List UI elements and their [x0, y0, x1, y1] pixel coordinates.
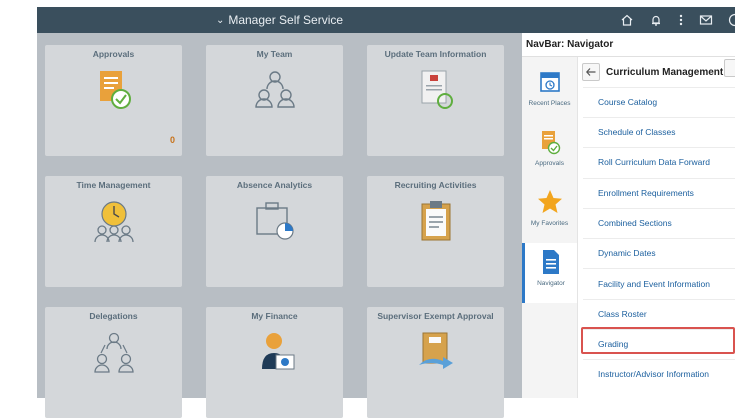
arrow-left-icon — [586, 68, 596, 76]
approvals-icon — [522, 129, 577, 155]
grading-highlight-box — [581, 327, 735, 354]
divider — [583, 178, 735, 179]
homepage-selector[interactable]: ⌄ Manager Self Service — [37, 7, 522, 33]
tile-title: Absence Analytics — [206, 180, 343, 190]
tile-update-team-information[interactable]: Update Team Information — [367, 45, 504, 156]
approvals-icon — [45, 67, 182, 113]
nav-item-combined-sections[interactable]: Combined Sections — [598, 218, 672, 228]
tile-time-management[interactable]: Time Management — [45, 176, 182, 287]
divider — [583, 268, 735, 269]
top-banner: ⌄ Manager Self Service — [37, 7, 735, 33]
rail-item-my-favorites[interactable]: My Favorites — [522, 183, 577, 243]
navbar-rail: Recent Places Approvals My Favorites Nav… — [522, 57, 577, 398]
tile-my-team[interactable]: My Team — [206, 45, 343, 156]
nav-item-class-roster[interactable]: Class Roster — [598, 309, 647, 319]
divider — [583, 87, 735, 88]
navigator-menu-button[interactable] — [724, 59, 735, 77]
tile-delegations[interactable]: Delegations — [45, 307, 182, 418]
team-icon — [206, 67, 343, 111]
tile-title: Delegations — [45, 311, 182, 321]
tile-title: Supervisor Exempt Approval — [367, 311, 504, 321]
navigator-section-title: Curriculum Management — [606, 67, 723, 78]
kebab-icon[interactable] — [678, 13, 684, 27]
tile-my-finance[interactable]: My Finance — [206, 307, 343, 418]
tile-title: Update Team Information — [367, 49, 504, 59]
star-icon — [522, 189, 577, 215]
home-icon[interactable] — [620, 13, 634, 27]
divider — [583, 238, 735, 239]
tile-absence-analytics[interactable]: Absence Analytics — [206, 176, 343, 287]
nav-item-dynamic-dates[interactable]: Dynamic Dates — [598, 248, 656, 258]
tile-title: Recruiting Activities — [367, 180, 504, 190]
document-icon — [525, 249, 577, 275]
rail-item-label: Recent Places — [522, 100, 577, 107]
finance-icon — [206, 329, 343, 375]
tile-title: My Team — [206, 49, 343, 59]
pending-count: 0 — [170, 135, 175, 145]
rail-item-label: Navigator — [525, 280, 577, 287]
divider — [583, 299, 735, 300]
tile-recruiting-activities[interactable]: Recruiting Activities — [367, 176, 504, 287]
navigator-header: Curriculum Management — [582, 61, 735, 83]
nav-item-enrollment-requirements[interactable]: Enrollment Requirements — [598, 188, 694, 198]
nav-item-course-catalog[interactable]: Course Catalog — [598, 97, 657, 107]
mail-icon[interactable] — [699, 13, 713, 27]
rail-item-approvals[interactable]: Approvals — [522, 123, 577, 183]
rail-item-recent-places[interactable]: Recent Places — [522, 63, 577, 123]
homepage-title: Manager Self Service — [228, 13, 343, 27]
homepage-grid: Approvals 0 My Team Update Team Informat… — [37, 33, 522, 398]
compass-icon[interactable] — [728, 13, 735, 27]
rail-item-label: Approvals — [522, 160, 577, 167]
chevron-down-icon: ⌄ — [216, 15, 224, 26]
tile-supervisor-exempt-approval[interactable]: Supervisor Exempt Approval — [367, 307, 504, 418]
nav-item-schedule-of-classes[interactable]: Schedule of Classes — [598, 127, 676, 137]
tile-approvals[interactable]: Approvals 0 — [45, 45, 182, 156]
divider — [583, 147, 735, 148]
nav-item-instructor-advisor-information[interactable]: Instructor/Advisor Information — [598, 369, 709, 379]
divider — [583, 117, 735, 118]
exempt-approval-icon — [367, 329, 504, 375]
calendar-clock-icon — [522, 69, 577, 93]
divider — [583, 208, 735, 209]
tile-title: My Finance — [206, 311, 343, 321]
tile-title: Time Management — [45, 180, 182, 190]
bell-icon[interactable] — [649, 13, 663, 27]
rail-item-label: My Favorites — [522, 220, 577, 227]
navbar-title: NavBar: Navigator — [522, 33, 735, 57]
back-button[interactable] — [582, 63, 600, 81]
tile-title: Approvals — [45, 49, 182, 59]
header-actions — [620, 7, 735, 33]
update-info-icon — [367, 67, 504, 113]
divider — [583, 359, 735, 360]
rail-item-navigator[interactable]: Navigator — [522, 243, 577, 303]
absence-analytics-icon — [206, 198, 343, 244]
nav-item-roll-curriculum-data-forward[interactable]: Roll Curriculum Data Forward — [598, 157, 710, 167]
clipboard-icon — [367, 198, 504, 244]
delegations-icon — [45, 329, 182, 375]
time-management-icon — [45, 198, 182, 244]
nav-item-facility-and-event-information[interactable]: Facility and Event Information — [598, 279, 710, 289]
